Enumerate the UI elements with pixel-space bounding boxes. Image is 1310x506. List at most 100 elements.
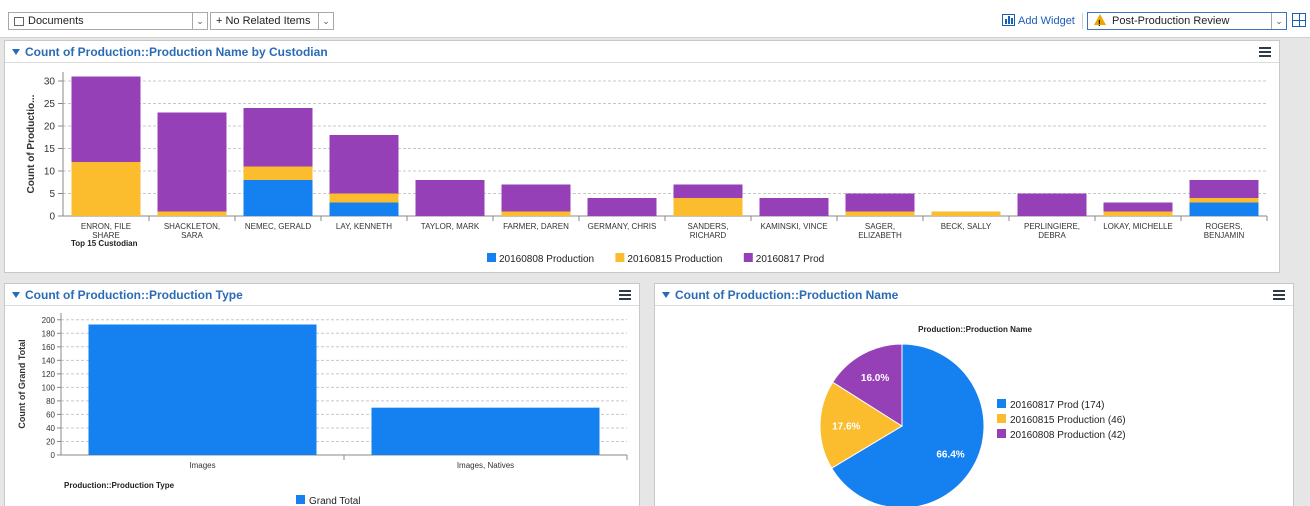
bar-segment <box>157 112 227 212</box>
chevron-down-icon[interactable]: ⌄ <box>318 13 333 29</box>
y-tick-label: 160 <box>42 343 56 352</box>
dashboard-layout-icon[interactable] <box>1292 13 1306 27</box>
hamburger-menu-icon[interactable] <box>1273 290 1285 300</box>
production-name-chart: Production::Production Name66.4% 17.6% 16.… <box>819 325 1126 506</box>
bar-chart-icon <box>1002 14 1015 26</box>
bar-segment <box>673 198 743 216</box>
pie-slice-label: 16.0% <box>861 373 889 384</box>
x-axis-label: Top 15 Custodian <box>71 239 138 248</box>
y-axis-label: Count of Grand Total <box>17 339 27 428</box>
bar-segment <box>673 184 743 198</box>
legend-swatch <box>997 399 1006 408</box>
related-items-dropdown[interactable]: + No Related Items ⌄ <box>210 12 334 30</box>
bar-segment <box>243 166 313 180</box>
y-tick-label: 200 <box>42 316 56 325</box>
x-tick-label: TAYLOR, MARK <box>421 222 480 231</box>
bar-segment <box>329 202 399 216</box>
y-tick-label: 120 <box>42 370 56 379</box>
y-tick-label: 180 <box>42 329 56 338</box>
y-axis-label: Count of Productio... <box>26 94 37 193</box>
custodian-panel-title: Count of Production::Production Name by … <box>25 45 328 59</box>
hamburger-menu-icon[interactable] <box>619 290 631 300</box>
view-dropdown[interactable]: ! Post-Production Review ⌄ <box>1087 12 1287 30</box>
bar-segment <box>243 180 313 216</box>
y-tick-label: 30 <box>44 77 56 88</box>
chevron-down-icon[interactable]: ⌄ <box>1271 13 1286 29</box>
bar-segment <box>759 198 829 216</box>
legend-swatch <box>615 253 625 262</box>
bar-segment <box>71 162 141 216</box>
y-tick-label: 0 <box>51 451 56 460</box>
bar-segment <box>845 211 915 216</box>
y-tick-label: 100 <box>42 383 56 392</box>
y-tick-label: 140 <box>42 356 56 365</box>
bar-segment <box>845 193 915 212</box>
y-tick-label: 0 <box>49 212 55 223</box>
x-tick-label: ENRON, FILE <box>81 222 131 231</box>
collapse-icon[interactable] <box>12 49 20 55</box>
bar-segment <box>587 198 657 216</box>
y-tick-label: 25 <box>44 99 56 110</box>
production-type-panel-title: Count of Production::Production Type <box>25 288 243 302</box>
bar-segment <box>1103 202 1173 212</box>
collapse-icon[interactable] <box>12 292 20 298</box>
documents-icon <box>14 16 24 26</box>
y-tick-label: 60 <box>46 410 55 419</box>
y-tick-label: 20 <box>46 437 55 446</box>
add-widget-button[interactable]: Add Widget <box>1002 12 1075 30</box>
hamburger-menu-icon[interactable] <box>1259 47 1271 57</box>
legend-label: Grand Total <box>309 496 361 506</box>
bar-segment <box>329 135 399 194</box>
bar-segment <box>501 184 571 212</box>
pie-slice-label: 66.4% <box>936 449 964 460</box>
warning-icon: ! <box>1094 14 1106 28</box>
x-tick-label: KAMINSKI, VINCE <box>760 222 827 231</box>
pie-slice-label: 17.6% <box>832 421 860 432</box>
production-name-panel-title: Count of Production::Production Name <box>675 288 899 302</box>
x-tick-label: PERLINGIERE, <box>1024 222 1080 231</box>
x-tick-label: BECK, SALLY <box>941 222 992 231</box>
x-tick-label: LOKAY, MICHELLE <box>1103 222 1173 231</box>
y-tick-label: 5 <box>49 189 55 200</box>
legend-label: 20160817 Prod (174) <box>1010 400 1105 411</box>
add-widget-label: Add Widget <box>1018 15 1075 27</box>
bar <box>371 407 600 455</box>
x-tick-label: SAGER, <box>865 222 895 231</box>
x-tick-label: SHACKLETON, <box>164 222 220 231</box>
x-axis-label: Production::Production Type <box>64 481 175 490</box>
x-tick-label: BENJAMIN <box>1204 231 1245 240</box>
production-type-chart: 0 20 40 60 80 100 120 140 160 180 200 Count of Gran… <box>17 313 628 506</box>
bar-segment <box>1189 180 1259 198</box>
y-tick-label: 20 <box>44 122 56 133</box>
custodian-panel: Count of Production::Production Name by … <box>4 40 1280 273</box>
y-tick-label: 10 <box>44 167 56 178</box>
bar-segment <box>1017 193 1087 216</box>
legend-swatch <box>997 414 1006 423</box>
x-tick-label: SARA <box>181 231 203 240</box>
bar-segment <box>501 211 571 216</box>
production-name-panel: Count of Production::Production Name Pro… <box>654 283 1294 506</box>
bar-segment <box>415 180 485 216</box>
x-tick-label: RICHARD <box>690 231 727 240</box>
legend-label: 20160815 Production <box>627 254 722 265</box>
x-tick-label: NEMEC, GERALD <box>245 222 311 231</box>
collapse-icon[interactable] <box>662 292 670 298</box>
x-tick-label: LAY, KENNETH <box>336 222 392 231</box>
documents-label: Documents <box>28 15 84 27</box>
documents-dropdown[interactable]: Documents ⌄ <box>8 12 208 30</box>
bar <box>88 324 317 455</box>
legend-swatch <box>296 495 305 504</box>
legend-swatch <box>743 253 753 262</box>
bar-segment <box>71 76 141 162</box>
legend-label: 20160808 Production <box>499 254 594 265</box>
x-tick-label: Images <box>189 461 215 470</box>
view-label: Post-Production Review <box>1112 15 1230 27</box>
y-tick-label: 40 <box>46 424 55 433</box>
chevron-down-icon[interactable]: ⌄ <box>192 13 207 29</box>
pie-title: Production::Production Name <box>918 325 1032 334</box>
bar-segment <box>1103 211 1173 216</box>
x-tick-label: ROGERS, <box>1206 222 1243 231</box>
legend-label: 20160808 Production (42) <box>1010 430 1126 441</box>
bar-segment <box>1189 202 1259 216</box>
legend-swatch <box>997 429 1006 438</box>
